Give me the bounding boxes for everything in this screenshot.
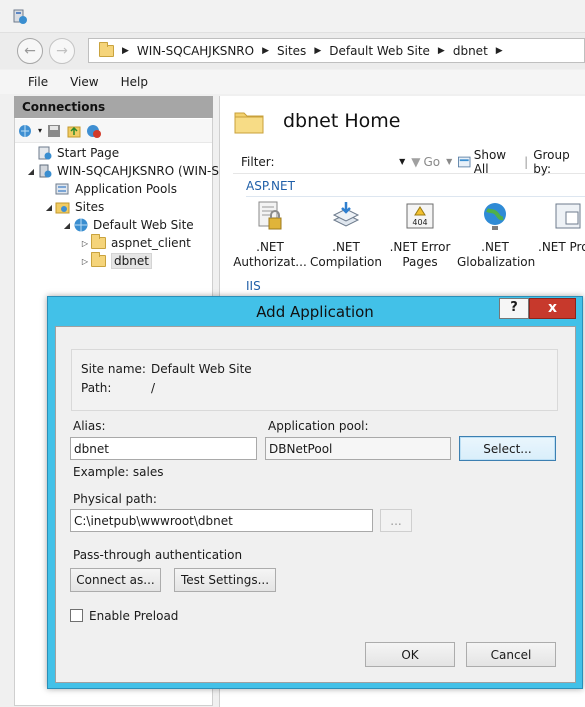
back-button[interactable]: ←: [17, 38, 43, 64]
tree-item-aspnet-client[interactable]: ▷ aspnet_client: [79, 234, 191, 252]
arrow-right-icon: →: [56, 43, 68, 59]
test-settings-button[interactable]: Test Settings...: [174, 568, 276, 592]
svg-text:404: 404: [412, 218, 427, 227]
cancel-button[interactable]: Cancel: [466, 642, 556, 667]
alias-label: Alias:: [73, 419, 106, 433]
expanded-triangle-icon[interactable]: ◢: [25, 167, 37, 176]
menu-view[interactable]: View: [70, 75, 98, 89]
website-globe-icon: [74, 218, 88, 232]
connect-globe-icon[interactable]: [18, 123, 34, 139]
breadcrumb-server[interactable]: WIN-SQCAHJKSNRO: [137, 44, 254, 58]
group-by-label[interactable]: Group by:: [533, 148, 585, 176]
connections-toolbar: ▾: [15, 119, 212, 143]
connections-header: Connections: [14, 96, 213, 118]
expanded-triangle-icon[interactable]: ◢: [61, 221, 73, 230]
feature-net-globalization[interactable]: .NET Globalization: [457, 200, 535, 270]
site-info-box: [71, 349, 558, 411]
physical-path-input[interactable]: C:\inetpub\wwwroot\dbnet: [70, 509, 373, 532]
go-button[interactable]: Go: [423, 155, 440, 169]
breadcrumb-dbnet[interactable]: dbnet: [453, 44, 488, 58]
select-app-pool-button[interactable]: Select...: [459, 436, 556, 461]
feature-net-error-pages[interactable]: 404 .NET Error Pages: [382, 200, 458, 270]
connect-as-button[interactable]: Connect as...: [70, 568, 161, 592]
folder-icon: [91, 234, 106, 249]
tree-item-start-page[interactable]: Start Page: [37, 144, 119, 162]
tree-item-sites[interactable]: ◢ Sites: [43, 198, 104, 216]
disconnect-icon[interactable]: [86, 123, 102, 139]
collapsed-triangle-icon[interactable]: ▷: [79, 239, 91, 248]
save-icon[interactable]: [46, 123, 62, 139]
application-pools-icon: [55, 183, 69, 195]
section-header-aspnet[interactable]: ASP.NET: [246, 179, 295, 193]
error-404-icon: 404: [406, 203, 434, 229]
expanded-triangle-icon[interactable]: ◢: [43, 203, 55, 212]
server-icon: [39, 164, 52, 178]
ok-button[interactable]: OK: [365, 642, 455, 667]
tree-item-dbnet[interactable]: ▷ dbnet: [79, 252, 152, 270]
site-name-label: Site name:: [81, 362, 146, 376]
folder-icon: [234, 112, 264, 134]
feature-net-authorization[interactable]: .NET Authorizat...: [232, 200, 308, 270]
page-title: dbnet Home: [283, 110, 401, 132]
iis-app-icon: [13, 9, 27, 24]
profile-window-icon: [555, 203, 581, 229]
collapsed-triangle-icon[interactable]: ▷: [79, 257, 91, 266]
forward-button[interactable]: →: [49, 38, 75, 64]
chevron-right-icon[interactable]: ▶: [262, 46, 269, 56]
dropdown-arrow-icon[interactable]: ▼: [446, 157, 452, 166]
passthrough-auth-label: Pass-through authentication: [73, 548, 243, 562]
application-pool-field: DBNetPool: [265, 437, 451, 460]
compilation-stack-icon: [332, 202, 360, 227]
arrow-left-icon: ←: [24, 43, 36, 59]
physical-path-label: Physical path:: [73, 492, 157, 506]
up-folder-icon[interactable]: [66, 123, 82, 139]
section-header-iis[interactable]: IIS: [246, 279, 261, 293]
chevron-right-icon[interactable]: ▶: [314, 46, 321, 56]
tree-item-server[interactable]: ◢ WIN-SQCAHJKSNRO (WIN-SQ: [25, 162, 229, 180]
globe-icon: [484, 203, 506, 230]
browse-button[interactable]: ...: [380, 509, 412, 532]
toolbar-divider: |: [524, 154, 529, 169]
folder-icon: [91, 252, 106, 267]
chevron-right-icon[interactable]: ▶: [496, 46, 503, 56]
site-name-value: Default Web Site: [151, 362, 252, 376]
show-all-button[interactable]: Show All: [474, 148, 519, 176]
chevron-right-icon[interactable]: ▶: [438, 46, 445, 56]
enable-preload-checkbox[interactable]: [70, 609, 83, 622]
folder-icon: [99, 41, 114, 57]
show-all-icon: [458, 156, 471, 167]
start-page-icon: [38, 146, 52, 160]
dropdown-arrow-icon[interactable]: ▾: [38, 126, 42, 135]
help-button[interactable]: ?: [499, 298, 529, 319]
path-label: Path:: [81, 381, 112, 395]
breadcrumb-default-web-site[interactable]: Default Web Site: [329, 44, 430, 58]
tree-item-default-web-site[interactable]: ◢ Default Web Site: [61, 216, 194, 234]
address-breadcrumb[interactable]: ▶ WIN-SQCAHJKSNRO ▶ Sites ▶ Default Web …: [88, 38, 585, 63]
application-pool-label: Application pool:: [268, 419, 369, 433]
tree-item-application-pools[interactable]: Application Pools: [55, 180, 177, 198]
dropdown-arrow-icon[interactable]: ▼: [399, 157, 405, 166]
breadcrumb-sites[interactable]: Sites: [277, 44, 306, 58]
feature-net-profile[interactable]: .NET Pro: [532, 200, 585, 255]
authorization-lock-icon: [258, 201, 282, 230]
filter-bar: Filter: ▼ ▼ Go ▼ Show All | Group by:: [233, 148, 585, 176]
menu-bar: File View Help: [0, 70, 585, 94]
funnel-icon: ▼: [411, 154, 421, 169]
alias-input[interactable]: dbnet: [70, 437, 257, 460]
close-icon: x: [547, 300, 558, 316]
section-divider: [246, 196, 585, 197]
sites-folder-icon: [55, 202, 70, 214]
menu-help[interactable]: Help: [121, 75, 148, 89]
chevron-right-icon[interactable]: ▶: [122, 46, 129, 56]
path-value: /: [151, 381, 156, 395]
enable-preload-label[interactable]: Enable Preload: [89, 609, 178, 623]
window-titlebar: [0, 0, 585, 33]
menu-file[interactable]: File: [28, 75, 48, 89]
filter-label: Filter:: [241, 154, 275, 169]
alias-example: Example: sales: [73, 465, 164, 479]
feature-net-compilation[interactable]: .NET Compilation: [308, 200, 384, 270]
close-button[interactable]: x: [529, 298, 576, 319]
